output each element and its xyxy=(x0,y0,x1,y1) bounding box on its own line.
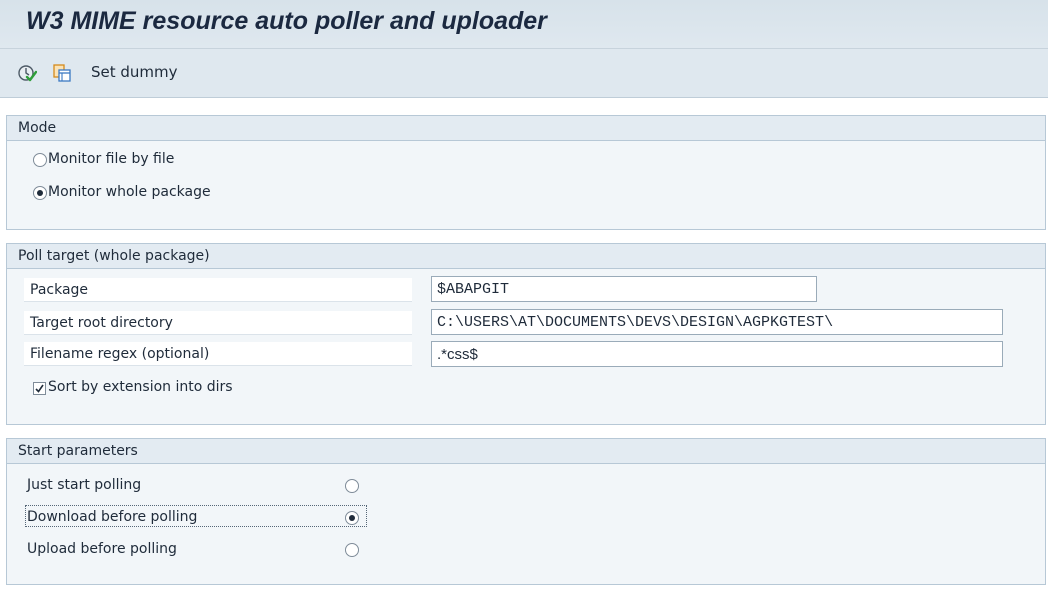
target-root-directory-input[interactable] xyxy=(431,309,1003,335)
filename-regex-label: Filename regex (optional) xyxy=(24,342,412,366)
set-dummy-button[interactable]: Set dummy xyxy=(91,63,178,81)
upload-before-polling-label: Upload before polling xyxy=(27,541,177,557)
upload-before-polling-radio[interactable] xyxy=(345,543,359,557)
filename-regex-input[interactable] xyxy=(431,341,1003,367)
just-start-polling-radio[interactable] xyxy=(345,479,359,493)
download-before-polling-radio[interactable] xyxy=(345,511,359,525)
mode-group: Mode xyxy=(6,115,1046,230)
mode-group-header: Mode xyxy=(7,116,1045,141)
download-before-polling-label: Download before polling xyxy=(27,509,198,525)
page-title: W3 MIME resource auto poller and uploade… xyxy=(26,7,547,35)
application-toolbar: Set dummy xyxy=(0,49,1048,98)
package-input[interactable] xyxy=(431,276,817,302)
poll-target-group-header: Poll target (whole package) xyxy=(7,244,1045,269)
copy-windows-icon xyxy=(52,63,72,83)
mode-radio-whole-package[interactable] xyxy=(33,186,47,200)
mode-radio-file-by-file-label: Monitor file by file xyxy=(48,151,175,167)
start-parameters-group-header: Start parameters xyxy=(7,439,1045,464)
execute-button[interactable] xyxy=(17,63,37,83)
sort-by-extension-label: Sort by extension into dirs xyxy=(48,379,233,395)
package-label: Package xyxy=(24,278,412,302)
copy-button[interactable] xyxy=(52,63,72,83)
title-bar: W3 MIME resource auto poller and uploade… xyxy=(0,0,1048,49)
execute-clock-check-icon xyxy=(17,63,37,83)
mode-radio-file-by-file[interactable] xyxy=(33,153,47,167)
just-start-polling-label: Just start polling xyxy=(27,477,142,493)
sort-by-extension-checkbox[interactable] xyxy=(33,382,46,395)
target-root-directory-label: Target root directory xyxy=(24,311,412,335)
mode-radio-whole-package-label: Monitor whole package xyxy=(48,184,211,200)
